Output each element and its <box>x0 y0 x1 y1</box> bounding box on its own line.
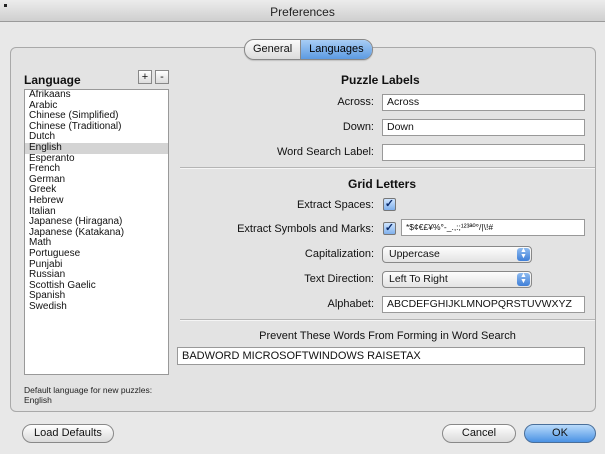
language-list-item[interactable]: English <box>25 142 168 154</box>
extract-symbols-label: Extract Symbols and Marks: <box>237 223 374 235</box>
remove-language-button[interactable]: - <box>155 70 169 84</box>
capitalization-select[interactable]: Uppercase ▲ ▼ <box>382 246 532 263</box>
prevent-words-field[interactable]: BADWORD MICROSOFTWINDOWS RAISETAX <box>177 347 585 365</box>
tab-general[interactable]: General <box>245 40 302 59</box>
across-label: Across: <box>337 96 374 108</box>
prevent-words-label: Prevent These Words From Forming in Word… <box>259 330 516 342</box>
default-language-note: Default language for new puzzles: Englis… <box>24 385 153 405</box>
language-list[interactable]: Afrikaans Arabic Chinese (Simplified) Chine… <box>24 89 169 375</box>
down-label: Down: <box>342 121 374 133</box>
language-list-item[interactable]: Hebrew <box>25 195 168 207</box>
extract-symbols-checkbox[interactable]: ✓ <box>383 222 396 235</box>
section-divider <box>180 319 595 321</box>
text-direction-label: Text Direction: <box>304 273 374 285</box>
tab-languages[interactable]: Languages <box>301 40 372 59</box>
extract-spaces-label: Extract Spaces: <box>296 199 374 211</box>
section-divider <box>180 167 595 169</box>
capitalization-value: Uppercase <box>389 248 440 260</box>
window-title: Preferences <box>270 5 335 19</box>
title-bar: Preferences <box>0 0 605 22</box>
load-defaults-button[interactable]: Load Defaults <box>22 424 114 443</box>
word-search-field[interactable] <box>382 144 585 161</box>
language-list-item[interactable]: Afrikaans <box>25 90 168 101</box>
cancel-button[interactable]: Cancel <box>442 424 516 443</box>
text-direction-value: Left To Right <box>389 273 448 285</box>
capitalization-label: Capitalization: <box>304 248 374 260</box>
language-list-item[interactable]: Portuguese <box>25 248 168 260</box>
add-language-button[interactable]: + <box>138 70 152 84</box>
across-field[interactable]: Across <box>382 94 585 111</box>
extract-spaces-checkbox[interactable]: ✓ <box>383 198 396 211</box>
tab-bar: General Languages <box>244 39 373 60</box>
ok-button[interactable]: OK <box>524 424 596 443</box>
alphabet-field[interactable]: ABCDEFGHIJKLMNOPQRSTUVWXYZ <box>382 296 585 313</box>
text-direction-select[interactable]: Left To Right ▲ ▼ <box>382 271 532 288</box>
alphabet-label: Alphabet: <box>327 298 374 310</box>
language-list-item[interactable]: Swedish <box>25 301 168 313</box>
down-field[interactable]: Down <box>382 119 585 136</box>
language-heading: Language <box>24 73 81 87</box>
puzzle-labels-title: Puzzle Labels <box>341 73 420 87</box>
word-search-label: Word Search Label: <box>276 146 374 158</box>
symbols-field[interactable]: *$¢€£¥%°-_.,:;¹²³ªº°/|\!# <box>401 219 585 236</box>
updown-arrows-icon: ▲ ▼ <box>517 272 530 286</box>
updown-arrows-icon: ▲ ▼ <box>517 247 530 261</box>
grid-letters-title: Grid Letters <box>348 177 417 191</box>
